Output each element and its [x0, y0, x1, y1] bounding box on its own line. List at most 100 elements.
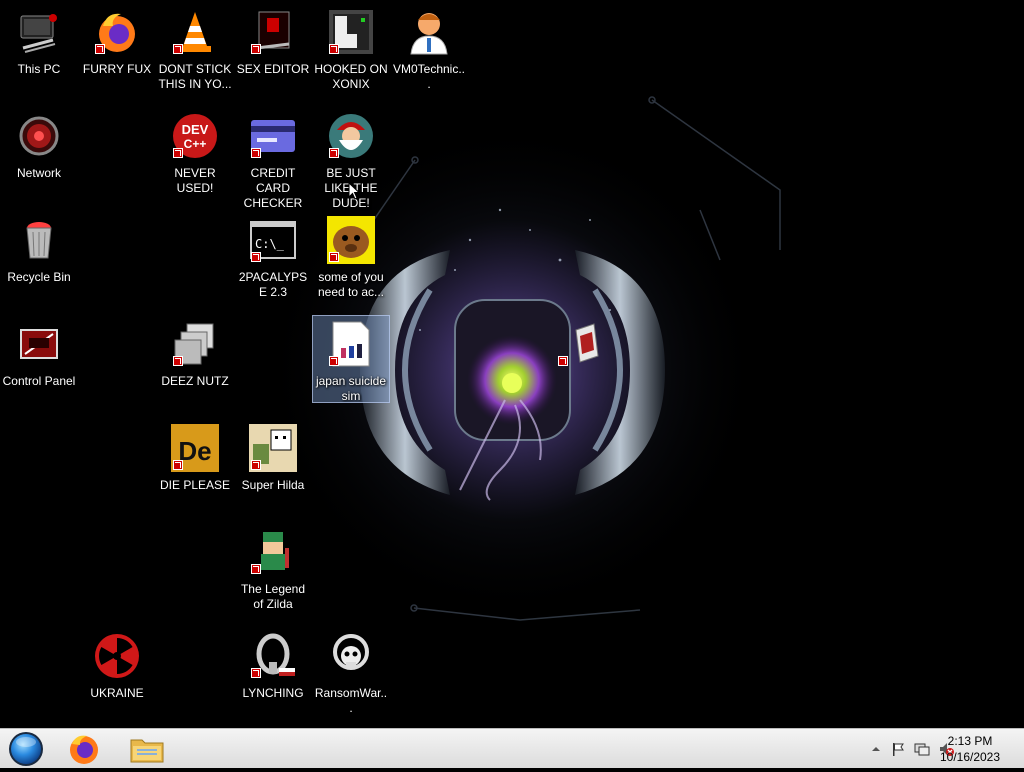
credit-card-icon	[249, 112, 297, 160]
icon-label: DEEZ NUTZ	[161, 374, 229, 388]
icon-label: SEX EDITOR	[236, 62, 310, 76]
mouse-cursor-icon	[348, 182, 360, 200]
system-tray: 2:13 PM 10/16/2023	[824, 729, 1024, 769]
document-figures-icon	[327, 320, 375, 368]
icon-label: Control Panel	[2, 374, 76, 388]
wallpaper-image	[0, 0, 1024, 728]
desktop-icon-some-of-you[interactable]: some of you need to ac...	[314, 212, 388, 300]
taskbar-firefox[interactable]	[64, 732, 104, 766]
doctor-avatar-icon	[405, 8, 453, 56]
flag-icon[interactable]	[890, 741, 906, 757]
shortcut-arrow-icon	[251, 252, 261, 262]
skull-icon	[327, 632, 375, 680]
shortcut-arrow-icon	[251, 460, 261, 470]
desktop-icon-vm0technic[interactable]: VM0Technic...	[392, 4, 466, 92]
icon-label: Network	[16, 166, 61, 180]
die-logo-icon: De	[171, 424, 219, 472]
console-icon: C:\_	[249, 216, 297, 264]
svg-text:De: De	[178, 436, 211, 466]
desktop-icon-network[interactable]: Network	[2, 108, 76, 181]
icon-label: LYNCHING	[242, 686, 304, 700]
start-orb-icon	[9, 732, 43, 766]
computer-icon	[15, 8, 63, 56]
shortcut-arrow-icon	[329, 44, 339, 54]
document-icon	[556, 320, 604, 368]
icon-label: DONT STICK THIS IN YO...	[158, 62, 232, 91]
desktop-icon-japan-suicide-sim[interactable]: japan suicide sim	[312, 315, 390, 403]
icon-label: 2PACALYPSE 2.3	[238, 270, 308, 299]
svg-text:DEV: DEV	[182, 122, 209, 137]
icon-label: DIE PLEASE	[159, 478, 231, 492]
shortcut-arrow-icon	[251, 148, 261, 158]
desktop-icon-recycle-bin[interactable]: Recycle Bin	[2, 212, 76, 285]
pixel-hero-icon	[249, 528, 297, 576]
dog-face-icon	[327, 216, 375, 264]
icon-label: RansomWar...	[314, 686, 388, 715]
noose-icon	[249, 632, 297, 680]
desktop-icon-this-pc[interactable]: This PC	[2, 4, 76, 77]
desktop-icon-2pacalypse[interactable]: C:\_ 2PACALYPSE 2.3	[236, 212, 310, 300]
desktop-icon-die-please[interactable]: De DIE PLEASE	[158, 420, 232, 493]
icon-label: VM0Technic...	[392, 62, 466, 91]
icon-label: some of you need to ac...	[317, 270, 385, 299]
shortcut-arrow-icon	[173, 148, 183, 158]
desktop-icon-dont-stick[interactable]: DONT STICK THIS IN YO...	[158, 4, 232, 92]
icon-label: HOOKED ON XONIX	[314, 62, 388, 91]
clock-time: 2:13 PM	[947, 734, 993, 748]
icon-label: NEVER USED!	[174, 166, 216, 195]
dev-cpp-icon: DEV C++	[171, 112, 219, 160]
icon-label: Super Hilda	[241, 478, 305, 492]
clock[interactable]: 2:13 PM 10/16/2023	[930, 733, 1010, 765]
svg-text:C:\_: C:\_	[255, 237, 285, 251]
shortcut-arrow-icon	[173, 356, 183, 366]
editor-icon	[249, 8, 297, 56]
shortcut-arrow-icon	[251, 668, 261, 678]
stacked-windows-icon	[171, 320, 219, 368]
network-icon	[15, 112, 63, 160]
network-icon[interactable]	[914, 741, 930, 757]
firefox-icon	[70, 735, 98, 764]
firefox-icon	[93, 8, 141, 56]
shortcut-arrow-icon	[173, 44, 183, 54]
shortcut-arrow-icon	[558, 356, 568, 366]
recycle-bin-icon	[15, 216, 63, 264]
shortcut-arrow-icon	[251, 44, 261, 54]
taskbar: 2:13 PM 10/16/2023	[0, 728, 1024, 768]
icon-label: UKRAINE	[90, 686, 144, 700]
folder-icon	[130, 739, 164, 763]
vlc-cone-icon	[171, 8, 219, 56]
desktop-icon-furry-fux[interactable]: FURRY FUX	[80, 4, 154, 77]
shortcut-arrow-icon	[329, 252, 339, 262]
taskbar-file-explorer[interactable]	[127, 732, 167, 766]
desktop-icon-control-panel[interactable]: Control Panel	[2, 316, 76, 389]
chevron-up-icon[interactable]	[868, 741, 884, 757]
icon-label: The Legend of Zilda	[240, 582, 306, 611]
shortcut-arrow-icon	[329, 148, 339, 158]
santa-face-icon	[327, 112, 375, 160]
pixel-character-icon	[249, 424, 297, 472]
icon-label: FURRY FUX	[82, 62, 152, 76]
shortcut-arrow-icon	[95, 44, 105, 54]
desktop-icon-unlabeled-file[interactable]	[543, 316, 617, 374]
desktop-icon-ukraine[interactable]: UKRAINE	[80, 628, 154, 701]
desktop-icon-never-used[interactable]: DEV C++ NEVER USED!	[158, 108, 232, 196]
desktop[interactable]: This PC Network Recycle Bin Control Pane…	[0, 0, 1024, 728]
radiation-icon	[93, 632, 141, 680]
clock-date: 10/16/2023	[939, 750, 1001, 764]
desktop-icon-super-hilda[interactable]: Super Hilda	[236, 420, 310, 493]
svg-text:C++: C++	[184, 137, 207, 151]
desktop-icon-legend-of-zilda[interactable]: The Legend of Zilda	[236, 524, 310, 612]
desktop-icon-deez-nutz[interactable]: DEEZ NUTZ	[158, 316, 232, 389]
icon-label: CREDIT CARD CHECKER	[243, 166, 303, 210]
shortcut-arrow-icon	[173, 460, 183, 470]
shortcut-arrow-icon	[251, 564, 261, 574]
icon-label: This PC	[17, 62, 61, 76]
start-button[interactable]	[6, 731, 46, 767]
desktop-icon-lynching[interactable]: LYNCHING	[236, 628, 310, 701]
desktop-icon-sex-editor[interactable]: SEX EDITOR	[236, 4, 310, 77]
shortcut-arrow-icon	[329, 356, 339, 366]
desktop-icon-credit-card-checker[interactable]: CREDIT CARD CHECKER	[236, 108, 310, 211]
desktop-icon-ransomwar[interactable]: RansomWar...	[314, 628, 388, 716]
icon-label: japan suicide sim	[315, 374, 387, 403]
desktop-icon-hooked-on-xonix[interactable]: HOOKED ON XONIX	[314, 4, 388, 92]
